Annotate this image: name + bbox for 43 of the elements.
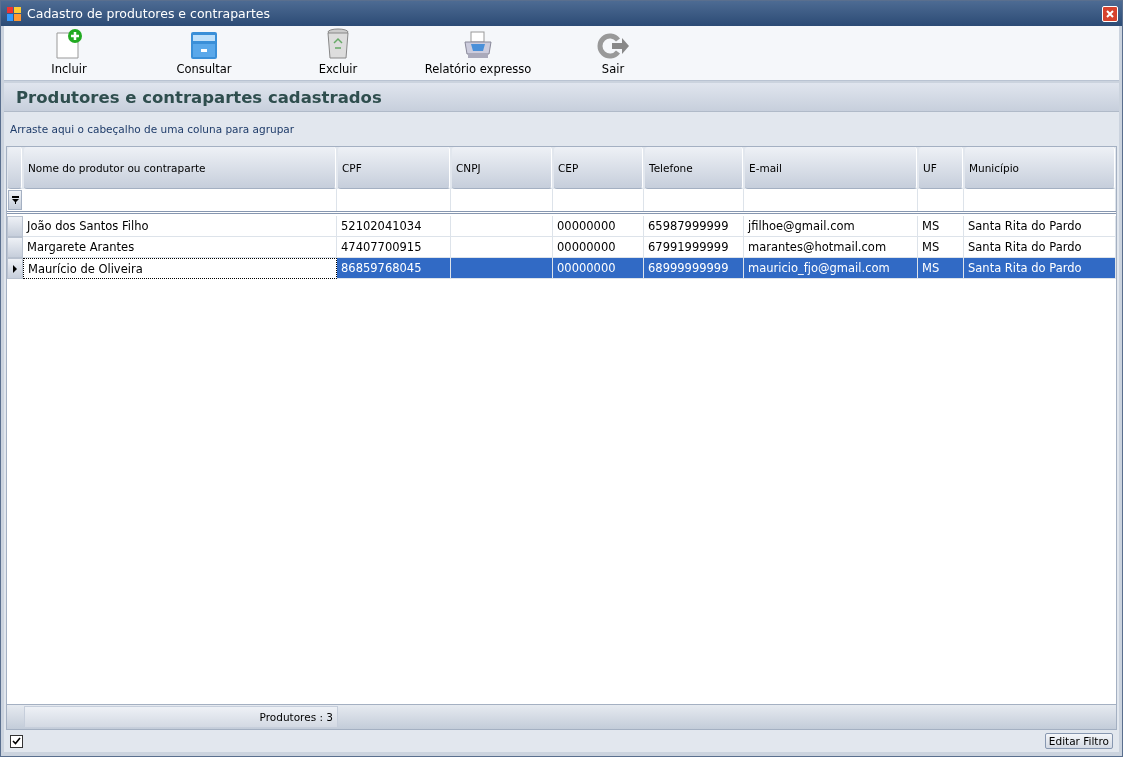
toolbar-button[interactable]: Relatório expresso (423, 28, 533, 80)
table-cell: 86859768045 (337, 258, 451, 279)
window-title: Cadastro de produtores e contrapartes (27, 6, 272, 21)
table-cell: Santa Rita do Pardo (964, 216, 1116, 237)
table-cell: mauricio_fjo@gmail.com (744, 258, 918, 279)
toolbar-button[interactable]: Consultar (159, 28, 249, 80)
column-header[interactable]: CNPJ (452, 147, 552, 189)
table-cell: 52102041034 (337, 216, 451, 237)
table-cell: Santa Rita do Pardo (964, 258, 1116, 279)
column-header[interactable]: UF (919, 147, 963, 189)
exit-arrow-icon (596, 32, 630, 60)
column-header[interactable]: Município (965, 147, 1115, 189)
column-header[interactable]: E-mail (745, 147, 917, 189)
toolbar-button[interactable]: Incluir (34, 28, 104, 80)
toolbar-button[interactable]: Sair (583, 28, 643, 80)
table-cell: 68999999999 (644, 258, 744, 279)
table-cell: jfilhoe@gmail.com (744, 216, 918, 237)
summary-cell: Produtores : 3 (24, 706, 338, 728)
trash-can-icon (326, 28, 350, 60)
column-header[interactable]: Telefone (645, 147, 743, 189)
table-cell: 65987999999 (644, 216, 744, 237)
table-cell: MS (918, 216, 964, 237)
close-icon (1106, 9, 1114, 18)
column-header[interactable]: CPF (338, 147, 450, 189)
table-cell: 00000000 (553, 258, 644, 279)
group-hint: Arraste aqui o cabeçalho de uma coluna para agrupar (10, 123, 295, 135)
column-header[interactable]: Nome do produtor ou contraparte (24, 147, 336, 189)
table-cell: João dos Santos Filho (23, 216, 337, 237)
panel-title: Produtores e contrapartes cadastrados (16, 87, 382, 107)
toolbar-button[interactable]: Excluir (303, 28, 373, 80)
edit-filter-button[interactable]: Editar Filtro (1044, 733, 1113, 749)
file-cabinet-icon (190, 30, 218, 60)
table-cell: 00000000 (553, 216, 644, 237)
filter-checkbox[interactable] (10, 734, 23, 748)
row-indicator[interactable] (7, 258, 23, 279)
filter-button[interactable] (8, 190, 22, 210)
table-cell: MS (918, 258, 964, 279)
column-header[interactable]: CEP (554, 147, 643, 189)
printer-icon (462, 30, 494, 60)
app-icon (7, 6, 21, 21)
table-cell: Maurício de Oliveira (23, 258, 337, 279)
filter-icon (11, 196, 19, 204)
close-button[interactable] (1102, 5, 1118, 22)
